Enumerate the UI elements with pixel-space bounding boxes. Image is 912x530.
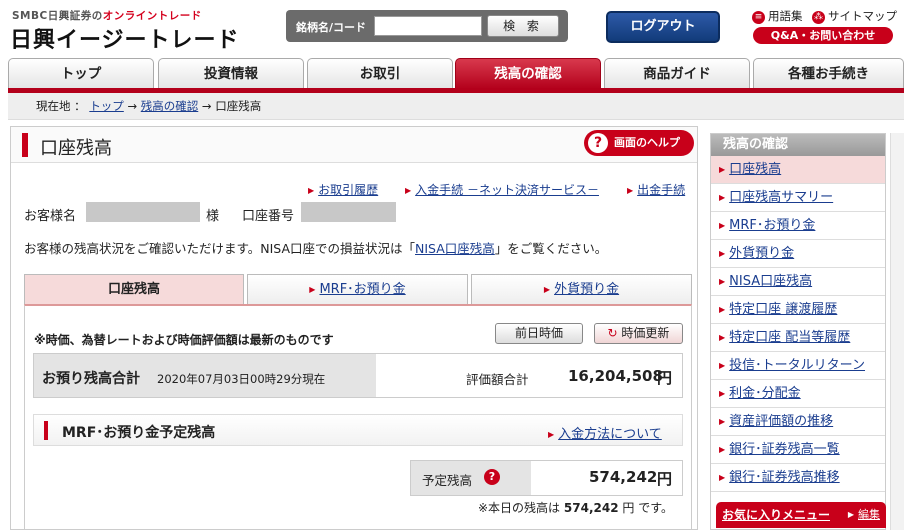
search-label: 銘柄名/コード xyxy=(296,21,367,34)
previous-day-price-button[interactable]: 前日時価 xyxy=(495,323,583,344)
favorites-edit[interactable]: ▶ 編集 xyxy=(848,502,880,528)
sama-label: 様 xyxy=(206,209,220,224)
sidebar-item-balance-summary[interactable]: ▶ 口座残高サマリー xyxy=(711,184,885,212)
total-date: 2020年07月03日00時29分現在 xyxy=(157,372,326,386)
tab-top[interactable]: トップ xyxy=(8,58,154,89)
breadcrumb-balance[interactable]: 残高の確認 xyxy=(141,99,199,113)
sidebar-item-account-balance[interactable]: ▶ 口座残高 xyxy=(711,156,885,184)
sidebar-item-mrf[interactable]: ▶ MRF･お預り金 xyxy=(711,212,885,240)
question-icon: ? xyxy=(588,133,608,153)
sitemap-link[interactable]: ⁂ サイトマップ xyxy=(812,8,897,24)
tab-balance[interactable]: 残高の確認 xyxy=(455,58,601,89)
total-label: お預り残高合計 xyxy=(42,371,140,387)
search-button[interactable]: 検 索 xyxy=(487,15,559,37)
title-accent xyxy=(22,133,28,157)
breadcrumb-arrow: → xyxy=(127,99,138,113)
breadcrumb: 現在地 ： トップ → 残高の確認 → 口座残高 xyxy=(8,93,904,120)
breadcrumb-prefix: 現在地 ： xyxy=(36,99,86,113)
notice-text: お客様の残高状況をご確認いただけます。NISA口座での損益状況は「NISA口座残… xyxy=(24,241,608,256)
sidebar-item-dividend-history[interactable]: ▶ 特定口座 配当等履歴 xyxy=(711,324,885,352)
valuation-value: 16,204,508 xyxy=(568,367,663,385)
withdraw-procedure-link[interactable]: ▶ 出金手続 xyxy=(627,181,685,198)
glossary-link[interactable]: ≡ 用語集 xyxy=(752,8,803,24)
book-icon: ≡ xyxy=(752,11,765,24)
sidebar-item-interest[interactable]: ▶ 利金･分配金 xyxy=(711,380,885,408)
account-number-label: 口座番号 xyxy=(242,209,295,224)
valuation-label: 評価額合計 xyxy=(466,372,529,387)
tab-investment-info[interactable]: 投資情報 xyxy=(158,58,304,89)
sidebar-item-bank-balance-trend[interactable]: ▶ 銀行･証券残高推移 xyxy=(711,464,885,492)
inner-tab-account-balance[interactable]: 口座残高 xyxy=(24,274,244,304)
qa-contact-button[interactable]: Q&A・お問い合わせ xyxy=(753,27,893,44)
mrf-title: MRF･お預り金予定残高 xyxy=(62,425,216,441)
price-note: ※時価、為替レートおよび時価評価額は最新のものです xyxy=(34,333,334,347)
deposit-method-link[interactable]: ▶ 入金方法について xyxy=(548,423,662,442)
main-nav-tabs: トップ 投資情報 お取引 残高の確認 商品ガイド 各種お手続き xyxy=(8,58,904,89)
deposit-procedure-link[interactable]: ▶ 入金手続 －ネット決済サービス－ xyxy=(405,181,599,198)
breadcrumb-current: 口座残高 xyxy=(215,99,262,113)
inner-tab-foreign-currency[interactable]: ▶ 外貨預り金 xyxy=(471,274,692,304)
refresh-icon: ↻ xyxy=(607,326,622,340)
scheduled-balance-yen: 円 xyxy=(657,470,673,488)
breadcrumb-arrow: → xyxy=(201,99,212,113)
nisa-balance-link[interactable]: NISA口座残高 xyxy=(415,241,495,256)
valuation-yen: 円 xyxy=(657,369,673,387)
trade-history-link[interactable]: ▶ お取引履歴 xyxy=(308,181,378,198)
page-title: 口座残高 xyxy=(40,138,112,159)
sidebar-item-nisa[interactable]: ▶ NISA口座残高 xyxy=(711,268,885,296)
sitemap-icon: ⁂ xyxy=(812,11,825,24)
tab-product-guide[interactable]: 商品ガイド xyxy=(604,58,750,89)
scheduled-balance-label: 予定残高 xyxy=(422,473,473,488)
help-icon[interactable]: ? xyxy=(484,469,500,485)
customer-name-label: お客様名 xyxy=(24,209,77,224)
logout-button[interactable]: ログアウト xyxy=(606,11,720,43)
tab-procedures[interactable]: 各種お手続き xyxy=(753,58,904,89)
sidebar-title: 残高の確認 xyxy=(711,134,885,156)
today-balance-note: ※本日の残高は 574,242 円 です。 xyxy=(478,501,673,515)
mrf-accent xyxy=(44,421,48,440)
scheduled-balance-value: 574,242 xyxy=(589,468,658,486)
customer-name-value xyxy=(86,202,200,222)
tab-trading[interactable]: お取引 xyxy=(307,58,453,89)
brand-tagline: SMBC日興証券のオンライントレード xyxy=(12,10,202,22)
refresh-price-button[interactable]: ↻ 時価更新 xyxy=(594,323,683,344)
sidebar-item-asset-trend[interactable]: ▶ 資産評価額の推移 xyxy=(711,408,885,436)
sidebar-item-total-return[interactable]: ▶ 投信･トータルリターン xyxy=(711,352,885,380)
sidebar-item-transfer-history[interactable]: ▶ 特定口座 譲渡履歴 xyxy=(711,296,885,324)
favorites-menu[interactable]: お気に入りメニュー ▶ 編集 xyxy=(716,502,886,528)
sidebar-item-bank-balance-list[interactable]: ▶ 銀行･証券残高一覧 xyxy=(711,436,885,464)
search-input[interactable] xyxy=(374,16,482,36)
scrollbar[interactable] xyxy=(890,133,904,530)
account-number-value xyxy=(301,202,396,222)
sidebar-item-foreign-currency[interactable]: ▶ 外貨預り金 xyxy=(711,240,885,268)
breadcrumb-top[interactable]: トップ xyxy=(89,99,124,113)
brand-logo[interactable]: 日興イージートレード xyxy=(10,22,240,54)
inner-tab-mrf[interactable]: ▶ MRF･お預り金 xyxy=(247,274,468,304)
